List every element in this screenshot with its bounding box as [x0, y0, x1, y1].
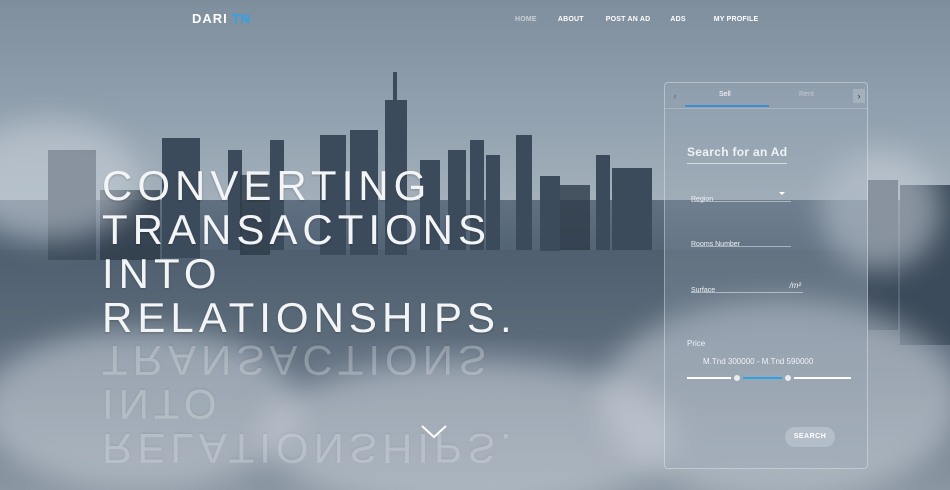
price-range-slider[interactable] — [687, 372, 851, 384]
top-navigation: DARI TN HOME ABOUT POST AN AD ADS MY PROF… — [0, 0, 950, 40]
price-range-value: M.Tnd 300000 - M.Tnd 590000 — [703, 357, 814, 366]
surface-field[interactable]: Surface /m² — [691, 279, 803, 294]
rooms-number-label: Rooms Number — [691, 241, 741, 248]
hero-line-3: INTO — [102, 250, 222, 297]
hero-headline-reflection: RELATIONSHIPS. INTO TRANSACTIONS — [102, 337, 517, 472]
scroll-down-chevron-icon[interactable] — [420, 424, 448, 440]
logo-accent-text: TN — [231, 11, 252, 26]
hero-line-1: CONVERTING — [102, 162, 432, 209]
region-select[interactable]: Region — [691, 188, 791, 203]
surface-unit: /m² — [789, 281, 801, 290]
nav-link-about[interactable]: ABOUT — [558, 16, 584, 23]
panel-title-underline — [687, 163, 787, 164]
region-label: Region — [691, 196, 714, 203]
reflection-line-4: RELATIONSHIPS. — [102, 425, 517, 472]
hero-line-2: TRANSACTIONS — [102, 206, 492, 253]
nav-link-ads[interactable]: ADS — [670, 16, 685, 23]
chevron-right-icon[interactable]: › — [853, 89, 865, 103]
tab-rent[interactable]: Rent — [799, 91, 814, 98]
dropdown-caret-icon — [779, 192, 785, 195]
tab-sell[interactable]: Sell — [719, 91, 731, 98]
tab-bar: ‹ Sell Rent › — [665, 83, 867, 109]
hero-line-4: RELATIONSHIPS. — [102, 294, 517, 341]
search-button[interactable]: SEARCH — [785, 427, 835, 447]
nav-links: HOME ABOUT POST AN AD ADS MY PROFILE — [515, 16, 758, 23]
active-tab-indicator — [685, 105, 769, 107]
panel-title: Search for an Ad — [687, 145, 788, 159]
reflection-line-2: TRANSACTIONS — [102, 337, 492, 384]
search-panel: ‹ Sell Rent › Search for an Ad Region Ro… — [664, 82, 868, 469]
nav-link-home[interactable]: HOME — [515, 16, 537, 23]
rooms-number-field[interactable]: Rooms Number — [691, 233, 791, 248]
nav-link-post-an-ad[interactable]: POST AN AD — [606, 16, 651, 23]
site-logo[interactable]: DARI TN — [192, 11, 251, 26]
slider-min-handle[interactable] — [731, 372, 743, 384]
slider-selected-range — [737, 377, 787, 379]
logo-main-text: DARI — [192, 11, 228, 26]
reflection-line-3: INTO — [102, 381, 222, 428]
surface-label: Surface — [691, 287, 716, 294]
price-label: Price — [687, 339, 706, 348]
nav-link-my-profile[interactable]: MY PROFILE — [714, 16, 759, 23]
slider-max-handle[interactable] — [782, 372, 794, 384]
chevron-left-icon[interactable]: ‹ — [669, 89, 681, 103]
hero-headline: CONVERTING TRANSACTIONS INTO RELATIONSHI… — [102, 164, 517, 340]
